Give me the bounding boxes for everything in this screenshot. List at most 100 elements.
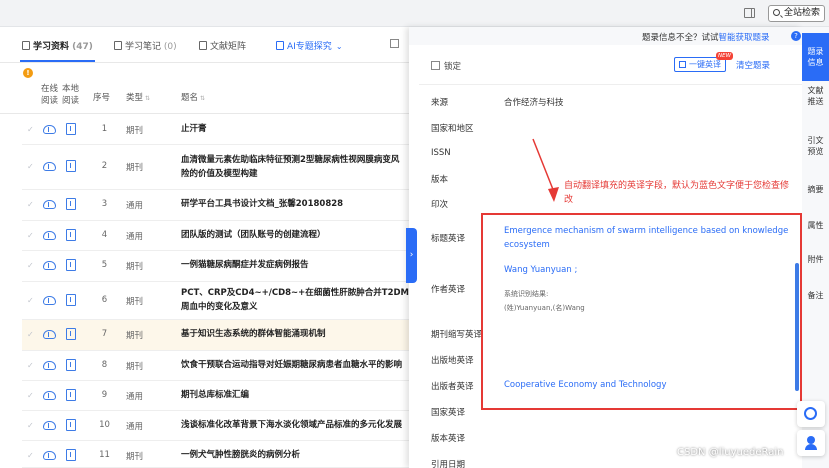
header-title[interactable]: 题名 ⇅ xyxy=(181,91,205,103)
row-type: 期刊 xyxy=(126,163,144,173)
local-read-icon[interactable] xyxy=(66,328,76,340)
table-row[interactable]: ✓ 5 期刊 一例猫糖尿病酮症并发症病例报告 xyxy=(22,251,409,282)
nav-attachments[interactable]: 附件 xyxy=(802,254,829,265)
chevron-down-icon: ⌄ xyxy=(335,42,343,51)
table-row-selected[interactable]: ✓ 7 期刊 基于知识生态系统的群体智能涌现机制 xyxy=(22,320,409,351)
row-index: 6 xyxy=(101,295,108,305)
global-search-button[interactable]: 全站检索 xyxy=(768,5,825,22)
cloud-read-icon[interactable] xyxy=(43,125,56,134)
check-icon[interactable]: ✓ xyxy=(27,162,34,171)
local-read-icon[interactable] xyxy=(66,389,76,401)
nav-abstract[interactable]: 摘要 xyxy=(802,184,829,195)
row-title[interactable]: PCT、CRP及CD4~+/CD8~+在细菌性肝脓肿合并T2DM患者 xyxy=(181,286,409,300)
nav-bibliography-info[interactable]: 题录 信息 xyxy=(802,33,829,81)
scrollbar[interactable] xyxy=(795,263,799,391)
check-icon[interactable]: ✓ xyxy=(27,261,34,270)
notes-icon xyxy=(114,41,122,50)
select-all-checkbox[interactable] xyxy=(390,39,399,48)
row-index: 8 xyxy=(101,360,108,370)
header-type[interactable]: 类型 ⇅ xyxy=(126,91,150,103)
local-read-icon[interactable] xyxy=(66,449,76,461)
tab-ai-topic[interactable]: AI专题探究 ⌄ xyxy=(276,39,343,52)
cloud-read-icon[interactable] xyxy=(43,451,56,460)
tab-bar: 学习资料 (47) 学习笔记 (0) 文献矩阵 AI专题探究 ⌄ xyxy=(0,27,409,63)
local-read-icon[interactable] xyxy=(66,160,76,172)
row-title[interactable]: 止汗膏 xyxy=(181,122,409,136)
table-row[interactable]: ✓ 8 期刊 饮食干预联合运动指导对妊娠期糖尿病患者血糖水平的影响 xyxy=(22,351,409,381)
row-title[interactable]: 期刊总库标准汇编 xyxy=(181,388,409,402)
check-icon[interactable]: ✓ xyxy=(27,296,34,305)
table-row[interactable]: ✓ 6 期刊 PCT、CRP及CD4~+/CD8~+在细菌性肝脓肿合并T2DM患… xyxy=(22,282,409,320)
row-title[interactable]: 一例犬气肿性膀胱炎的病例分析 xyxy=(181,448,409,462)
nav-citation-preview[interactable]: 引文 预览 xyxy=(802,135,829,165)
header-local-read: 本地 阅读 xyxy=(62,84,80,106)
check-icon[interactable]: ✓ xyxy=(27,330,34,339)
row-title[interactable]: 团队版的测试（团队账号的创建流程） xyxy=(181,228,409,242)
table-row[interactable]: ✓ 11 期刊 一例犬气肿性膀胱炎的病例分析 xyxy=(22,441,409,468)
table-row[interactable]: ✓ 1 期刊 止汗膏 xyxy=(22,115,409,145)
check-icon[interactable]: ✓ xyxy=(27,391,34,400)
nav-literature-push[interactable]: 文献 推送 xyxy=(802,85,829,115)
local-read-icon[interactable] xyxy=(66,259,76,271)
row-index: 7 xyxy=(101,329,108,339)
table-row[interactable]: ✓ 2 期刊 血清微量元素佐助临床特征预测2型糖尿病性视网膜病变风 险的价值及模… xyxy=(22,145,409,190)
cloud-read-icon[interactable] xyxy=(43,361,56,370)
row-type: 期刊 xyxy=(126,331,144,341)
row-index: 5 xyxy=(101,260,108,270)
row-title-line2[interactable]: 险的价值及模型构建 xyxy=(181,167,409,181)
watermark: CSDN @liuyuedeRain xyxy=(677,447,784,458)
table-row[interactable]: ✓ 4 通用 团队版的测试（团队账号的创建流程） xyxy=(22,221,409,251)
panel-toggle-icon[interactable] xyxy=(744,8,755,18)
field-label-author-en: 作者英译 xyxy=(431,285,466,295)
field-label-country-en: 国家英译 xyxy=(431,408,466,418)
check-icon[interactable]: ✓ xyxy=(27,231,34,240)
tab-study-materials[interactable]: 学习资料 (47) xyxy=(20,39,95,62)
user-button[interactable] xyxy=(797,430,825,456)
check-icon[interactable]: ✓ xyxy=(27,125,34,134)
cloud-read-icon[interactable] xyxy=(43,200,56,209)
table-row[interactable]: ✓ 3 通用 研学平台工具书设计文档_张馨20180828 xyxy=(22,190,409,221)
local-read-icon[interactable] xyxy=(66,294,76,306)
check-icon[interactable]: ✓ xyxy=(27,200,34,209)
table-row[interactable]: ✓ 9 通用 期刊总库标准汇编 xyxy=(22,381,409,411)
cloud-read-icon[interactable] xyxy=(43,231,56,240)
collapse-panel-handle[interactable]: › xyxy=(406,228,417,283)
nav-notes[interactable]: 备注 xyxy=(802,290,829,301)
field-label-cite-date: 引用日期 xyxy=(431,460,466,468)
cloud-read-icon[interactable] xyxy=(43,421,56,430)
cloud-read-icon[interactable] xyxy=(43,391,56,400)
table-row[interactable]: ✓ 10 通用 浅谈标准化改革背景下海水淡化领域产品标准的多元化发展 xyxy=(22,411,409,441)
local-read-icon[interactable] xyxy=(66,419,76,431)
cloud-read-icon[interactable] xyxy=(43,296,56,305)
nav-attributes[interactable]: 属性 xyxy=(802,220,829,231)
cloud-read-icon[interactable] xyxy=(43,261,56,270)
check-icon[interactable]: ✓ xyxy=(27,451,34,460)
row-type: 期刊 xyxy=(126,126,144,136)
check-icon[interactable]: ✓ xyxy=(27,421,34,430)
row-title[interactable]: 饮食干预联合运动指导对妊娠期糖尿病患者血糖水平的影响 xyxy=(181,358,409,372)
local-read-icon[interactable] xyxy=(66,123,76,135)
local-read-icon[interactable] xyxy=(66,198,76,210)
row-title[interactable]: 一例猫糖尿病酮症并发症病例报告 xyxy=(181,258,409,272)
row-type: 通用 xyxy=(126,201,144,211)
row-title[interactable]: 基于知识生态系统的群体智能涌现机制 xyxy=(181,327,409,341)
row-title-line2[interactable]: 周血中的变化及意义 xyxy=(181,300,409,314)
cloud-read-icon[interactable] xyxy=(43,330,56,339)
local-read-icon[interactable] xyxy=(66,229,76,241)
local-read-icon[interactable] xyxy=(66,359,76,371)
row-title[interactable]: 研学平台工具书设计文档_张馨20180828 xyxy=(181,197,409,211)
row-title[interactable]: 血清微量元素佐助临床特征预测2型糖尿病性视网膜病变风 xyxy=(181,153,409,167)
sort-icon: ⇅ xyxy=(200,95,206,102)
book-icon xyxy=(22,41,30,50)
tab-study-notes[interactable]: 学习笔记 (0) xyxy=(114,39,177,52)
tab-literature-matrix[interactable]: 文献矩阵 xyxy=(199,39,246,52)
row-type: 通用 xyxy=(126,422,144,432)
field-label-pub-place: 出版地英译 xyxy=(431,356,474,366)
row-title[interactable]: 浅谈标准化改革背景下海水淡化领域产品标准的多元化发展 xyxy=(181,418,409,432)
customer-service-button[interactable] xyxy=(797,401,825,427)
row-index: 1 xyxy=(101,124,108,134)
field-label-publisher: 出版者英译 xyxy=(431,382,474,392)
cloud-read-icon[interactable] xyxy=(43,162,56,171)
header-online-read: 在线 阅读 xyxy=(41,84,59,106)
check-icon[interactable]: ✓ xyxy=(27,361,34,370)
